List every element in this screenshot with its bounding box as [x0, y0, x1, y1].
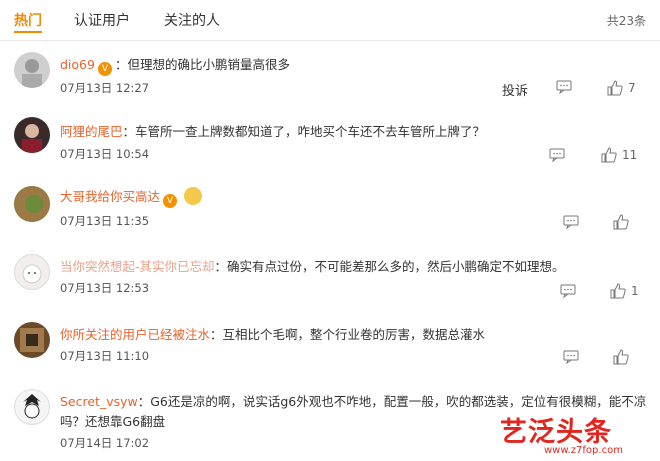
watermark-logo: 艺泛头条 www.z7fop.com	[500, 410, 650, 458]
comment-author[interactable]: 阿狸的尾巴	[60, 124, 123, 139]
comment-text: ：但理想的确比小鹏销量高很多	[114, 57, 290, 72]
reply-button[interactable]	[556, 80, 572, 94]
report-button[interactable]: 投诉	[502, 80, 528, 99]
like-button[interactable]: 7	[607, 80, 636, 96]
comment-time: 07月14日 17:02	[60, 436, 150, 450]
watermark-url: www.z7fop.com	[544, 445, 623, 456]
like-button[interactable]: 1	[610, 283, 639, 299]
like-button[interactable]	[613, 214, 629, 230]
thumbs-up-icon	[613, 214, 629, 230]
tab-verified-users[interactable]: 认证用户	[74, 10, 130, 30]
tab-hot[interactable]: 热门	[14, 10, 42, 30]
watermark-text: 艺泛头条	[500, 417, 612, 448]
thumbs-up-icon	[601, 147, 617, 163]
thumbs-up-icon	[607, 80, 623, 96]
comment-tabs: 热门 认证用户 关注的人 共23条	[0, 0, 660, 41]
avatar[interactable]	[14, 52, 50, 88]
avatar[interactable]	[14, 254, 50, 290]
comment-text: ：互相比个毛啊，整个行业卷的厉害，数据总灌水	[210, 327, 486, 342]
active-tab-underline	[14, 31, 42, 33]
reply-button[interactable]	[563, 215, 579, 229]
avatar[interactable]	[14, 389, 50, 425]
thumbs-up-icon	[613, 349, 629, 365]
reply-button[interactable]	[549, 148, 565, 162]
comment-time: 07月13日 12:27	[60, 81, 150, 95]
comment-time: 07月13日 10:54	[60, 147, 150, 161]
comment-author[interactable]: 大哥我给你买高达	[60, 189, 160, 204]
comment-icon	[563, 215, 579, 229]
like-button[interactable]: 11	[601, 147, 637, 163]
like-count: 11	[622, 148, 638, 162]
vip-badge-icon: V	[163, 194, 178, 208]
comment-author[interactable]: 当你突然想起-其实你已忘却	[60, 259, 215, 274]
reply-button[interactable]	[560, 284, 576, 298]
comment-icon	[560, 284, 576, 298]
comment-author[interactable]: 你所关注的用户已经被注水	[60, 327, 210, 342]
comment-text: ：车管所一查上牌数都知道了，咋地买个车还不去车管所上牌了？	[122, 124, 486, 139]
reply-button[interactable]	[563, 350, 579, 364]
comment-icon	[549, 148, 565, 162]
comment-author[interactable]: Secret_vsyw	[60, 394, 138, 409]
like-count: 7	[628, 81, 636, 95]
comment-icon	[556, 80, 572, 94]
comment-time: 07月13日 12:53	[60, 281, 150, 295]
thumbs-up-icon	[610, 283, 626, 299]
comment-time: 07月13日 11:10	[60, 349, 150, 363]
comment-text: ：G6还是凉的啊，说实话g6外观也不咋地，配置一般，吹的都选装，定位有很模糊，能…	[137, 394, 647, 409]
tab-following[interactable]: 关注的人	[164, 10, 220, 30]
avatar[interactable]	[14, 186, 50, 222]
like-button[interactable]	[613, 349, 629, 365]
comment-total-count: 共23条	[606, 14, 646, 28]
comment-text-continued: 吗？还想靠G6翻盘	[60, 414, 166, 429]
comment-icon	[563, 350, 579, 364]
comment-text: ：确实有点过份，不可能差那么多的，然后小鹏确定不如理想。	[214, 259, 565, 274]
avatar[interactable]	[14, 117, 50, 153]
comment-time: 07月13日 11:35	[60, 214, 150, 228]
comment-author[interactable]: dio69	[60, 57, 95, 72]
vip-badge-icon: V	[97, 62, 112, 76]
doge-emoji-icon	[184, 187, 203, 205]
avatar[interactable]	[14, 322, 50, 358]
like-count: 1	[631, 284, 639, 298]
